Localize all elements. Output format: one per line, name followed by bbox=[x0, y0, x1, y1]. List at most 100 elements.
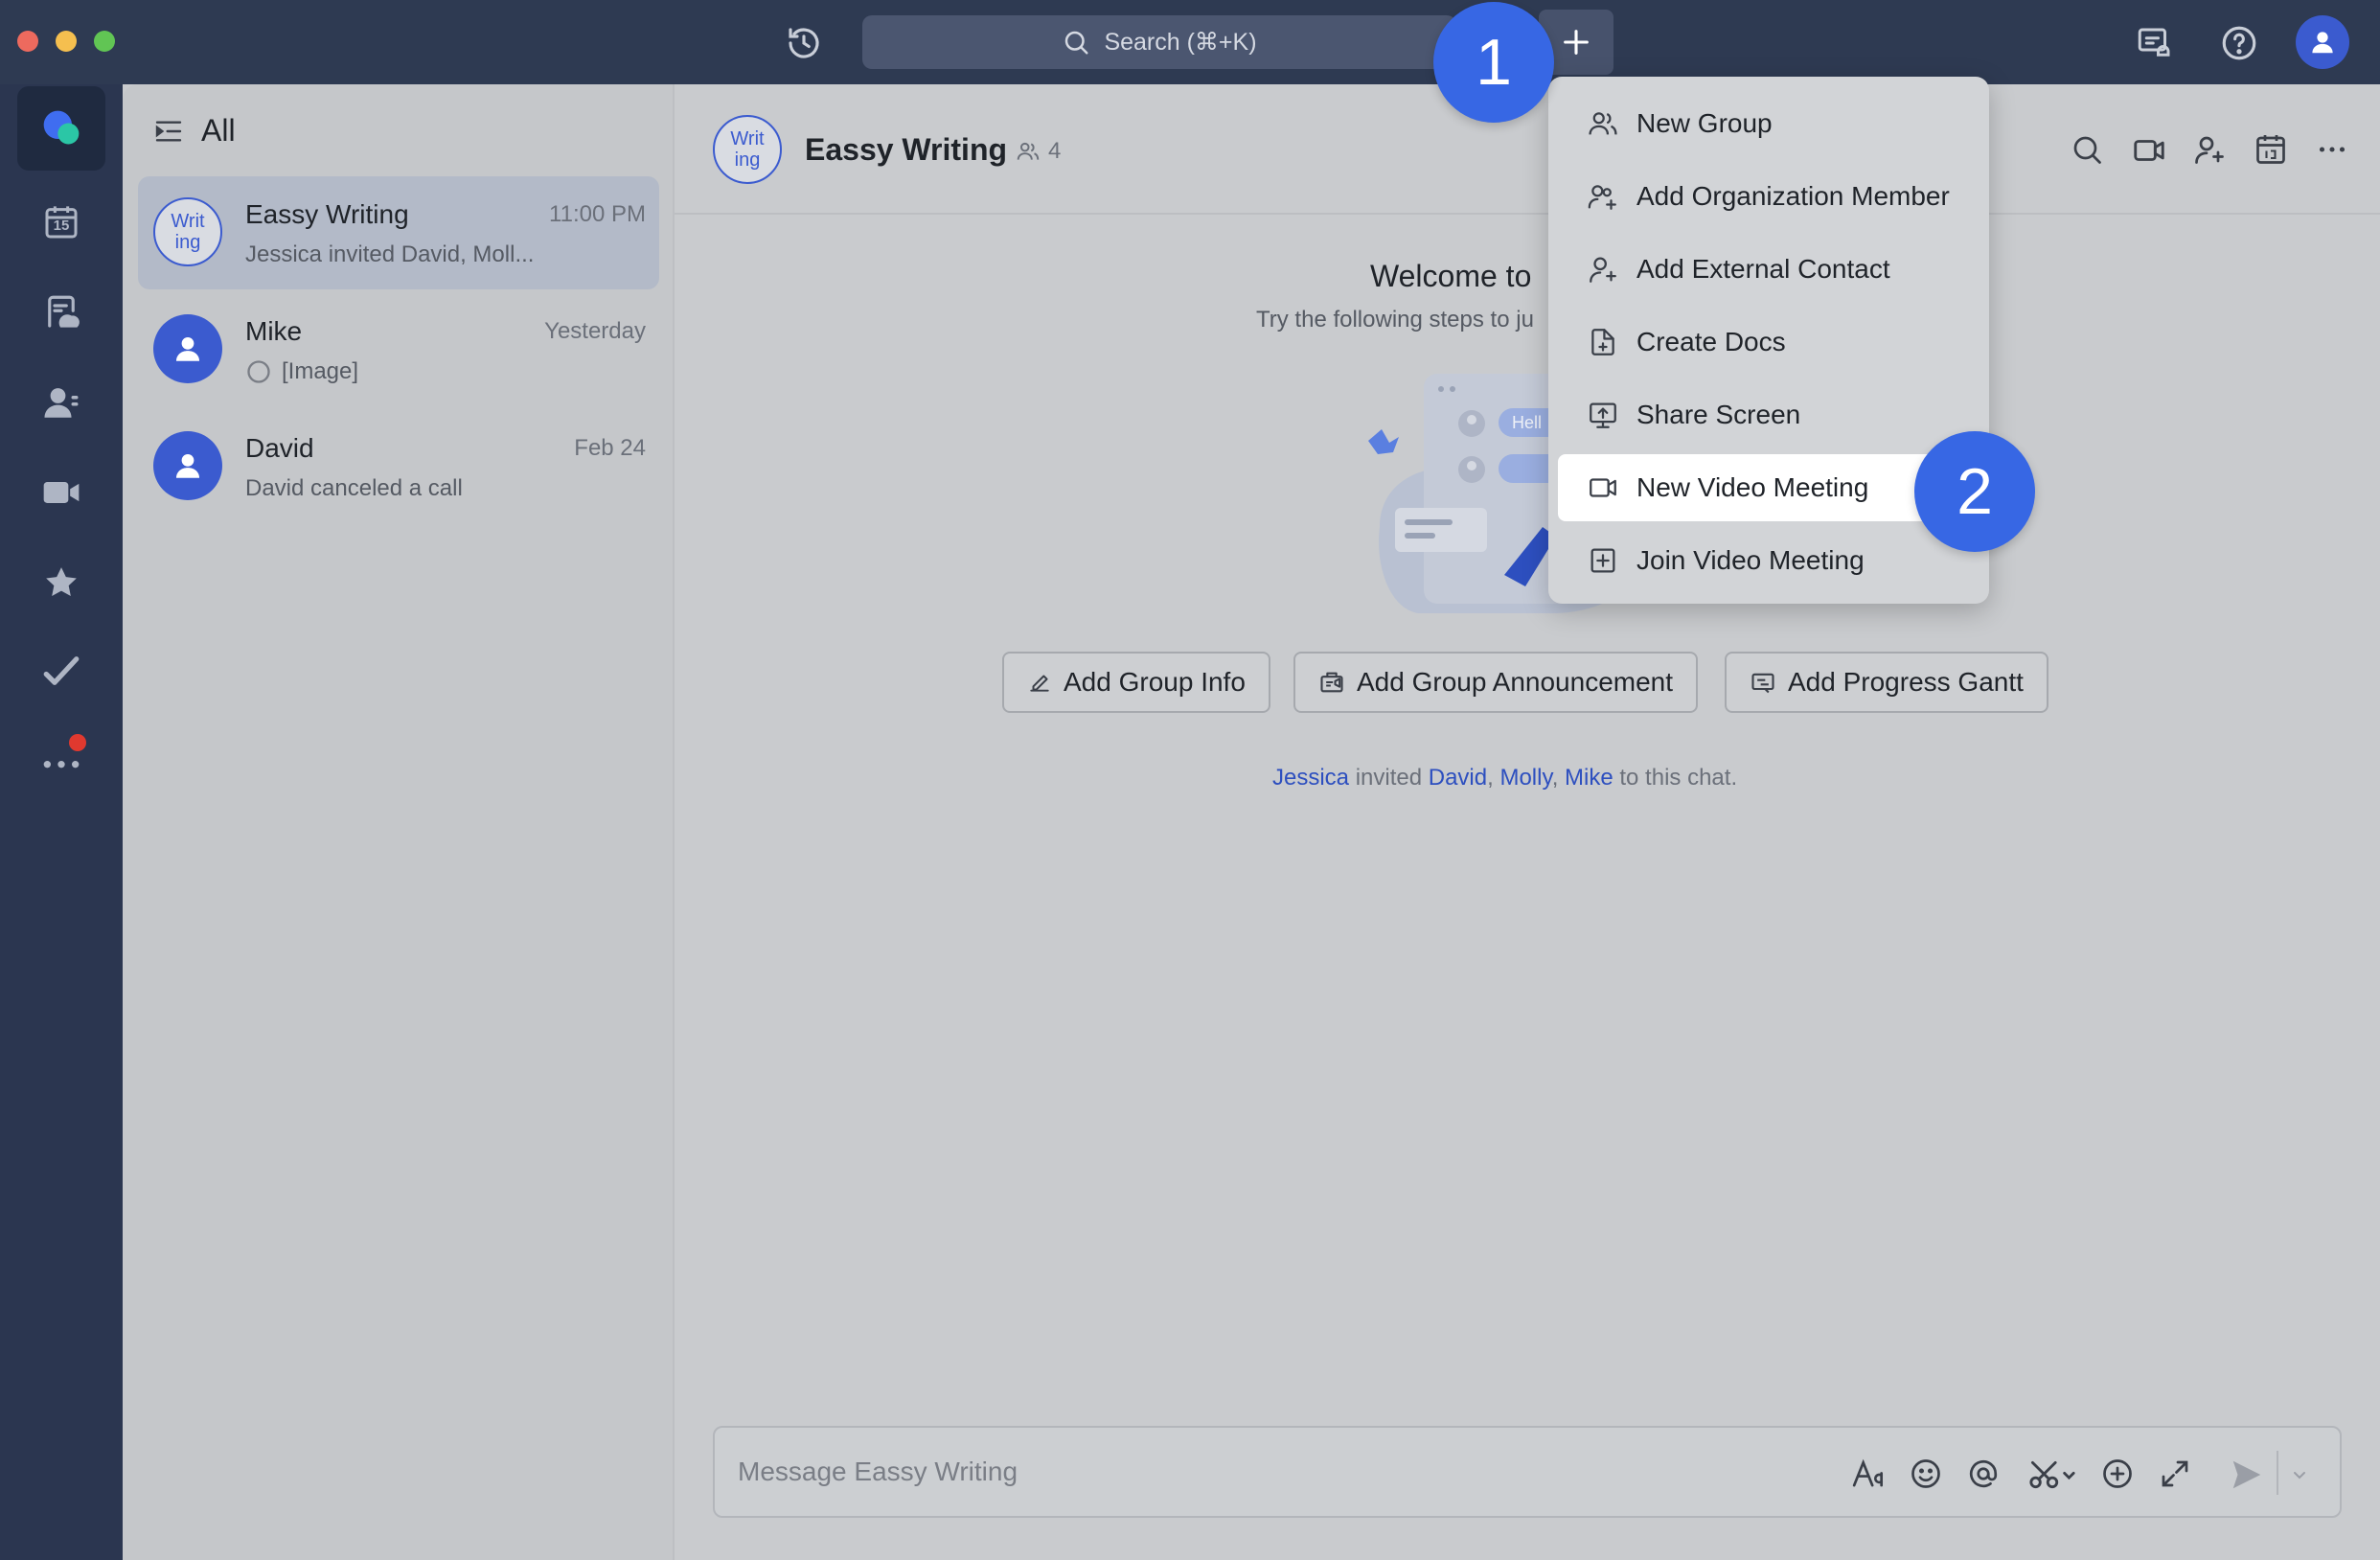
person-icon bbox=[172, 333, 204, 365]
nav-calendar[interactable]: 15 bbox=[0, 184, 123, 261]
nav-video[interactable] bbox=[0, 454, 123, 531]
search-icon bbox=[1062, 28, 1090, 57]
member-count[interactable]: 4 bbox=[1016, 138, 1061, 165]
menu-item-label: Create Docs bbox=[1636, 327, 1786, 356]
nav-more[interactable] bbox=[0, 723, 123, 799]
emoji-icon[interactable] bbox=[1909, 1457, 1945, 1493]
notification-dot bbox=[69, 734, 86, 751]
status-ring-icon bbox=[245, 358, 272, 385]
add-attachment-icon[interactable] bbox=[2100, 1457, 2137, 1493]
chat-row-eassy-writing[interactable]: Writ ing Eassy Writing 11:00 PM Jessica … bbox=[138, 176, 659, 289]
minimize-window-button[interactable] bbox=[56, 31, 77, 52]
chat-preview: Jessica invited David, Moll... bbox=[245, 241, 535, 267]
system-verb: invited bbox=[1355, 765, 1423, 791]
chat-row-mike[interactable]: Mike Yesterday [Image] bbox=[138, 293, 659, 406]
org-member-icon bbox=[1587, 180, 1619, 213]
gantt-icon bbox=[1750, 669, 1776, 696]
chat-group-avatar[interactable]: Writ ing bbox=[713, 115, 782, 184]
user-avatar[interactable] bbox=[2296, 15, 2349, 69]
user-avatar bbox=[153, 314, 222, 383]
message-input[interactable] bbox=[738, 1451, 1792, 1493]
chat-bubble-icon bbox=[17, 86, 105, 171]
send-icon[interactable] bbox=[2229, 1457, 2265, 1493]
chat-preview: David canceled a call bbox=[245, 475, 463, 501]
avatar-text: Writ bbox=[171, 211, 205, 232]
search-bar[interactable]: Search (⌘+K) bbox=[862, 15, 1456, 69]
person-icon bbox=[2308, 28, 2337, 57]
external-contact-icon bbox=[1587, 253, 1619, 286]
menu-item-add-external-contact[interactable]: Add External Contact bbox=[1558, 236, 1980, 303]
menu-item-label: New Video Meeting bbox=[1636, 472, 1869, 502]
chat-row-david[interactable]: David Feb 24 David canceled a call bbox=[138, 410, 659, 523]
search-chat-icon[interactable] bbox=[2070, 132, 2108, 171]
docs-cloud-icon bbox=[41, 292, 81, 333]
chat-time: Yesterday bbox=[544, 318, 646, 344]
send-options-chevron-icon[interactable] bbox=[2288, 1457, 2315, 1493]
add-member-icon[interactable] bbox=[2192, 132, 2231, 171]
avatar-text: ing bbox=[734, 149, 761, 171]
menu-item-share-screen[interactable]: Share Screen bbox=[1558, 381, 1980, 448]
history-icon[interactable] bbox=[784, 23, 824, 63]
add-group-info-label: Add Group Info bbox=[1064, 667, 1246, 697]
share-screen-icon bbox=[1587, 399, 1619, 431]
filter-list-icon[interactable] bbox=[153, 116, 184, 147]
chat-preview: [Image] bbox=[245, 358, 358, 385]
menu-item-create-docs[interactable]: Create Docs bbox=[1558, 309, 1980, 376]
video-camera-icon bbox=[1587, 471, 1619, 504]
help-icon[interactable] bbox=[2219, 23, 2259, 63]
preview-text: [Image] bbox=[282, 358, 359, 384]
mention-icon[interactable] bbox=[1966, 1457, 2002, 1493]
nav-tasks[interactable] bbox=[0, 632, 123, 709]
menu-item-new-group[interactable]: New Group bbox=[1558, 90, 1980, 157]
chat-list-header[interactable]: All bbox=[153, 113, 236, 149]
calendar-icon[interactable] bbox=[2254, 132, 2292, 171]
person-icon bbox=[172, 449, 204, 482]
notifications-icon[interactable] bbox=[2135, 23, 2175, 63]
add-progress-gantt-button[interactable]: Add Progress Gantt bbox=[1725, 652, 2048, 713]
screenshot-scissors-icon[interactable] bbox=[2025, 1457, 2079, 1493]
chat-name: Eassy Writing bbox=[245, 199, 409, 229]
more-dots-icon bbox=[40, 734, 86, 782]
plus-icon bbox=[1560, 26, 1592, 58]
step-badge-2: 2 bbox=[1914, 431, 2035, 552]
system-suffix: to this chat. bbox=[1619, 765, 1738, 791]
add-progress-gantt-label: Add Progress Gantt bbox=[1788, 667, 2024, 697]
system-message: Jessica invited David, Molly, Mike to th… bbox=[1272, 765, 1738, 791]
illustration-bubble-text: Hell bbox=[1512, 413, 1542, 432]
add-group-announcement-button[interactable]: Add Group Announcement bbox=[1293, 652, 1699, 713]
add-group-info-button[interactable]: Add Group Info bbox=[1002, 652, 1270, 713]
more-options-icon[interactable] bbox=[2315, 132, 2353, 171]
user-link-jessica[interactable]: Jessica bbox=[1272, 765, 1349, 791]
text-format-icon[interactable] bbox=[1851, 1457, 1888, 1493]
chat-title[interactable]: Eassy Writing bbox=[805, 132, 1007, 168]
close-window-button[interactable] bbox=[17, 31, 38, 52]
chat-list-title: All bbox=[201, 113, 236, 148]
divider bbox=[2277, 1451, 2278, 1495]
group-icon bbox=[1587, 107, 1619, 140]
user-link-mike[interactable]: Mike bbox=[1565, 765, 1613, 791]
welcome-subtitle: Try the following steps to ju bbox=[1256, 307, 1534, 333]
zoom-window-button[interactable] bbox=[94, 31, 115, 52]
nav-favorites[interactable] bbox=[0, 544, 123, 621]
chat-time: 11:00 PM bbox=[549, 201, 646, 227]
video-call-icon[interactable] bbox=[2131, 132, 2169, 171]
member-count-value: 4 bbox=[1048, 138, 1062, 164]
user-link-molly[interactable]: Molly bbox=[1499, 765, 1551, 791]
members-icon bbox=[1016, 139, 1041, 164]
user-avatar bbox=[153, 431, 222, 500]
chat-time: Feb 24 bbox=[574, 435, 646, 461]
join-meeting-icon bbox=[1587, 544, 1619, 577]
nav-contacts[interactable] bbox=[0, 364, 123, 441]
new-item-dropdown: New Group Add Organization Member Add Ex… bbox=[1548, 77, 1989, 604]
menu-item-add-organization-member[interactable]: Add Organization Member bbox=[1558, 163, 1980, 230]
menu-item-join-video-meeting[interactable]: Join Video Meeting bbox=[1558, 527, 1980, 594]
add-group-announcement-label: Add Group Announcement bbox=[1357, 667, 1674, 697]
avatar-text: ing bbox=[174, 232, 201, 253]
step-badge-1: 1 bbox=[1433, 2, 1554, 123]
expand-icon[interactable] bbox=[2158, 1457, 2194, 1493]
nav-docs[interactable] bbox=[0, 274, 123, 351]
nav-messenger[interactable] bbox=[0, 86, 123, 171]
checkmark-icon bbox=[41, 651, 81, 691]
group-avatar: Writ ing bbox=[153, 197, 222, 266]
user-link-david[interactable]: David bbox=[1429, 765, 1487, 791]
